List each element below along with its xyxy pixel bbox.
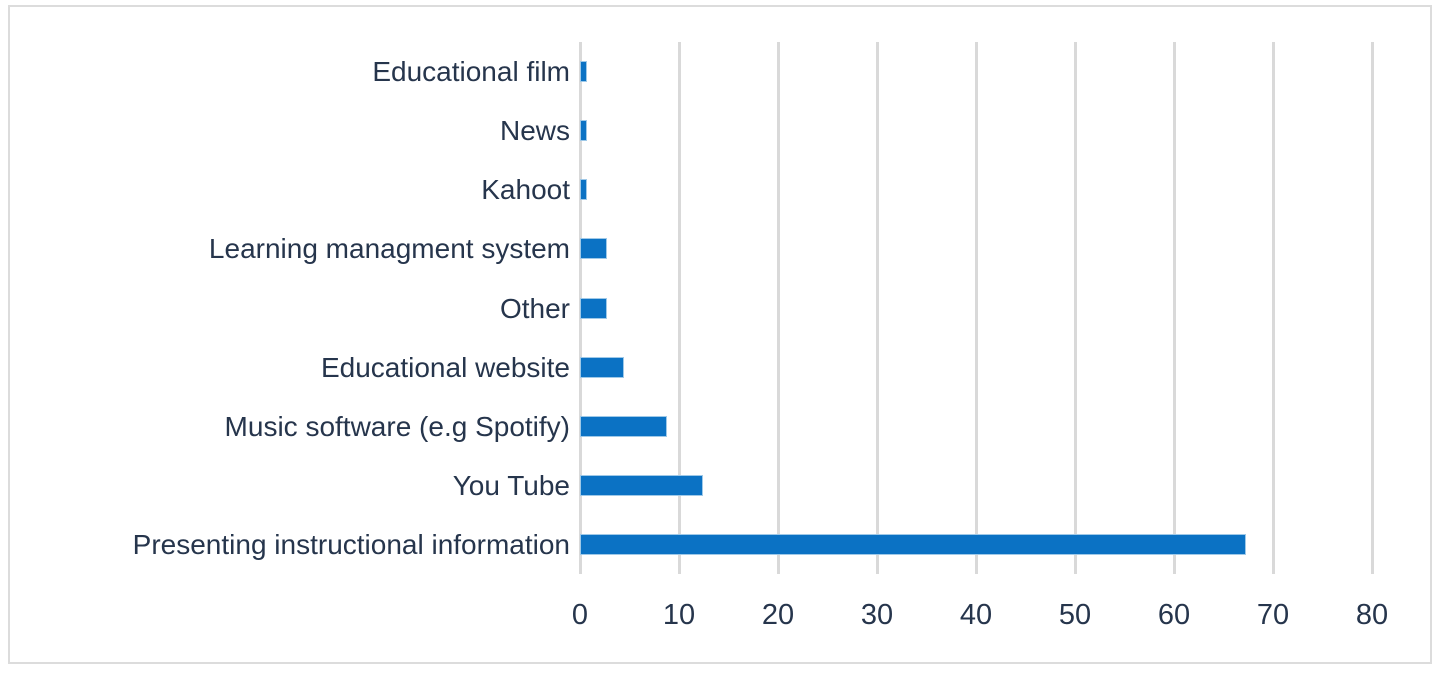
x-axis-tick-label: 20: [761, 599, 795, 631]
bar[interactable]: [580, 297, 607, 319]
x-axis-tick-label: 50: [1058, 599, 1092, 631]
x-axis-tick-label: 60: [1157, 599, 1191, 631]
bar[interactable]: [580, 120, 587, 142]
y-axis-label: Learning managment system: [208, 233, 570, 265]
bar[interactable]: [580, 533, 1247, 555]
bar[interactable]: [580, 61, 587, 83]
x-axis-tick-label: 40: [959, 599, 993, 631]
x-axis-tick-label: 30: [860, 599, 894, 631]
bar[interactable]: [580, 356, 624, 378]
y-axis-label: Educational film: [372, 56, 570, 88]
chart-figure: Educational film News Kahoot Learning manag…: [8, 5, 1432, 664]
y-axis-label: Presenting instructional information: [132, 528, 570, 560]
bar-series: [580, 42, 1372, 574]
bar[interactable]: [580, 415, 668, 437]
bar[interactable]: [580, 474, 703, 496]
x-axis-tick-label: 10: [662, 599, 696, 631]
bar[interactable]: [580, 179, 587, 201]
plot-area: [578, 42, 1374, 574]
x-axis-tick-label: 80: [1355, 599, 1389, 631]
y-axis-category-labels: Educational film News Kahoot Learning manag…: [18, 42, 570, 574]
y-axis-label: You Tube: [452, 469, 570, 501]
y-axis-label: Music software (e.g Spotify): [224, 410, 570, 442]
x-axis-tick-label: 70: [1256, 599, 1290, 631]
y-axis-label: News: [499, 115, 570, 147]
x-axis-tick-label: 0: [571, 599, 589, 631]
x-axis-tick-labels: 0 10 20 30 40 50 60 70 80: [572, 595, 1388, 643]
bar[interactable]: [580, 238, 607, 260]
y-axis-label: Other: [499, 292, 570, 324]
y-axis-label: Kahoot: [481, 174, 570, 206]
y-axis-label: Educational website: [320, 351, 570, 383]
